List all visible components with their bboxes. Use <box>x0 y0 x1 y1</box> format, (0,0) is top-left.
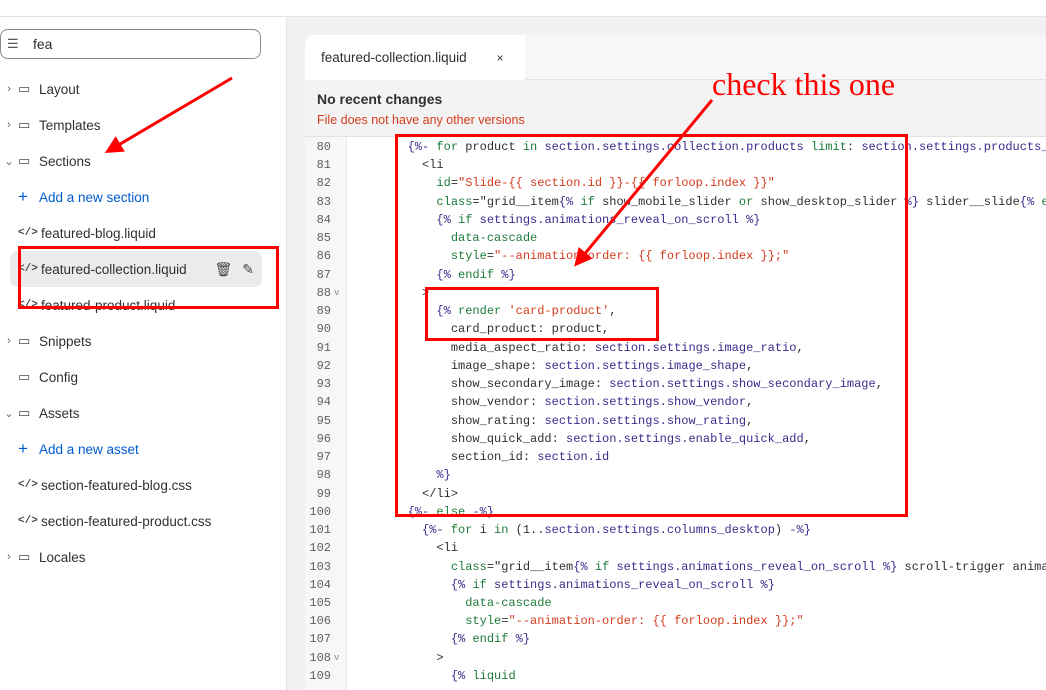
arrow-to-render <box>574 99 714 267</box>
arrow-to-sections <box>104 76 233 154</box>
annotation-arrows <box>104 76 714 267</box>
